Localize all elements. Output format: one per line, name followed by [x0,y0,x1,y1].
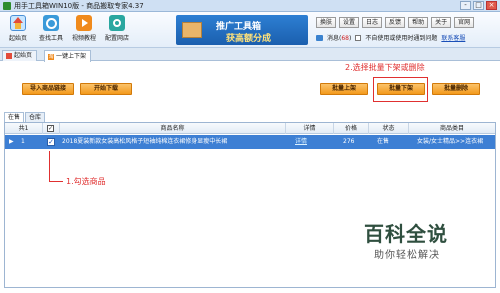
header-name: 商品名称 [60,123,286,134]
window-controls: - □ × [460,1,497,10]
messages-count: 68 [341,35,349,42]
tool-config[interactable]: 配置网店 [102,15,132,47]
row-checkbox[interactable]: ✓ [47,138,55,146]
tab-start-page-label: 起始页 [14,52,33,59]
top-button-group: 换肤 设置 日志 反馈 帮助 关于 官网 [316,17,475,28]
maximize-button[interactable]: □ [473,1,484,10]
tool-home-label: 起始页 [8,35,27,42]
row-price: 276 [343,138,355,145]
annotation-step1: 1.勾选商品 [66,177,106,186]
title-bar: 用手工具箱WIN10版 - 商品搬取专家4.37 - □ × [0,0,500,12]
tool-config-label: 配置网店 [104,35,129,42]
skin-button[interactable]: 换肤 [316,17,337,28]
watermark-title: 百科全说 [364,222,448,246]
feedback-button[interactable]: 反馈 [385,17,406,28]
header-price: 价格 [334,123,369,134]
settings-button[interactable]: 设置 [339,17,360,28]
contact-service-link[interactable]: 联系客服 [441,33,465,42]
product-grid: 共1 ✓ 商品名称 详情 价格 状态 商品类目 ▶ 1 ✓ 2018夏装新款女装… [4,122,496,288]
tool-video[interactable]: 视频教程 [69,15,99,47]
batch-up-button[interactable]: 批量上架 [320,83,368,95]
auto-open-label: 不自使用或使用时通到问题 [365,35,438,42]
about-button[interactable]: 关于 [431,17,452,28]
tab-one-click-shelf-label: 一键上下架 [56,52,87,60]
watermark-subtitle: 助你轻松解决 [374,250,440,261]
grid-header: 共1 ✓ 商品名称 详情 价格 状态 商品类目 [5,123,495,134]
gear-icon [109,15,125,31]
header-count: 共1 [5,123,43,134]
home-icon [10,15,26,31]
tool-search-label: 查找工具 [38,35,63,42]
tool-search[interactable]: 查找工具 [36,15,66,47]
help-button[interactable]: 帮助 [408,17,429,28]
messages-label: 消息( [327,35,342,42]
message-line: 消息(68) 不自使用或使用时通到问题 联系客服 [316,33,465,42]
row-product-name: 2018夏装新款女装高松风格子短袖纯棉连衣裙修身显瘦中长裙 [62,138,228,145]
taobao-icon: 淘 [48,53,54,60]
auto-open-checkbox[interactable] [355,34,362,41]
annotation-arrow-foot [49,181,63,182]
envelope-icon [316,34,323,41]
tool-home[interactable]: 起始页 [3,15,33,47]
main-toolbar: 起始页 查找工具 视频教程 配置网店 推广工具箱 获高额分成 换肤 设置 日志 … [0,12,500,48]
select-all-checkbox[interactable]: ✓ [47,125,54,132]
tab-on-sale[interactable]: 在售 [4,112,25,122]
row-detail-link[interactable]: 详情 [295,135,325,149]
row-category: 女装/女士精品>>连衣裙 [417,138,484,145]
annotation-step2: 2.选择批量下架或删除 [345,63,425,72]
header-detail: 详情 [286,123,334,134]
video-icon [76,15,92,31]
log-button[interactable]: 日志 [362,17,383,28]
row-pointer: ▶ [9,138,14,145]
batch-delete-button[interactable]: 批量删除 [432,83,480,95]
close-button[interactable]: × [486,1,497,10]
website-button[interactable]: 官网 [454,17,475,28]
app-logo-icon [3,2,11,10]
messages-link[interactable]: 消息(68) [327,33,351,42]
highlight-box [373,77,428,102]
box-icon [182,22,202,38]
start-download-button[interactable]: 开始下载 [80,83,132,95]
page-tab-strip: 起始页 淘 一键上下架 [0,48,500,62]
row-status: 在售 [377,138,390,145]
tab-start-page[interactable]: 起始页 [2,50,38,61]
tab-one-click-shelf[interactable]: 淘 一键上下架 [44,50,92,62]
tool-video-label: 视频教程 [71,35,96,42]
annotation-arrow [49,151,50,181]
window-title: 用手工具箱WIN10版 - 商品搬取专家4.37 [14,2,144,10]
table-row[interactable]: ▶ 1 ✓ 2018夏装新款女装高松风格子短袖纯棉连衣裙修身显瘦中长裙 详情 2… [5,135,495,149]
promo-banner[interactable]: 推广工具箱 获高额分成 [176,15,308,45]
search-icon [43,15,59,31]
minimize-button[interactable]: - [460,1,471,10]
banner-line2: 获高额分成 [226,34,272,44]
header-status: 状态 [369,123,409,134]
row-index: 1 [21,138,25,145]
import-links-button[interactable]: 导入商品链接 [22,83,74,95]
header-check-col: ✓ [43,123,60,134]
home-tab-icon [6,53,12,59]
tab-warehouse[interactable]: 仓库 [25,112,46,122]
messages-close: ) [348,35,352,42]
header-category: 商品类目 [439,125,464,132]
